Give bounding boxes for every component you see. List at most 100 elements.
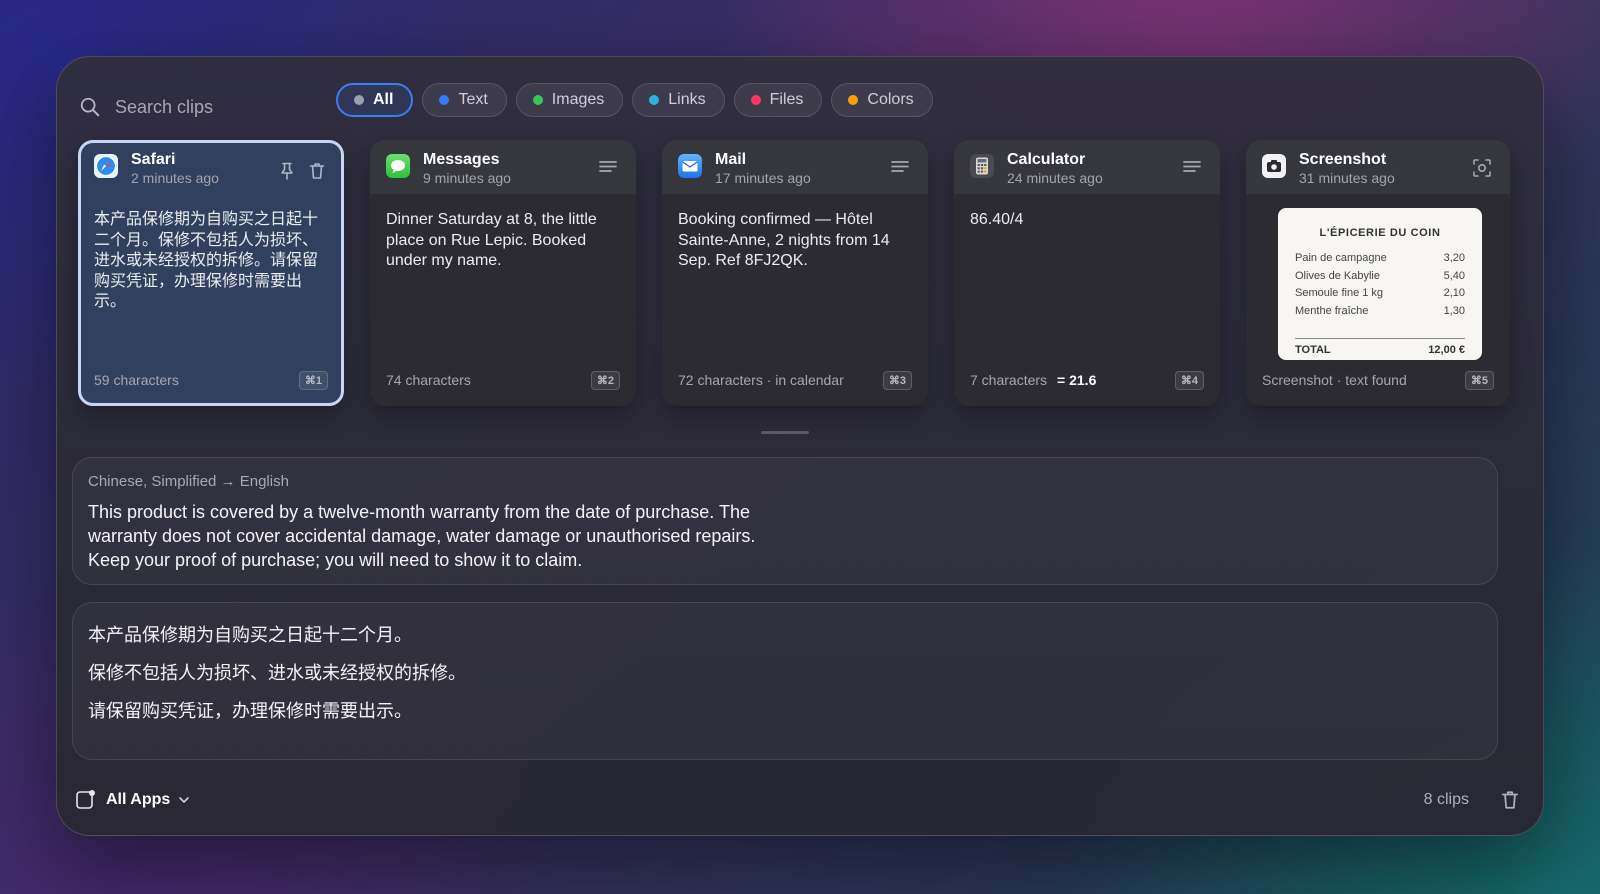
clip-count: 8 clips [1423, 791, 1469, 808]
calculator-icon [970, 154, 994, 178]
search-bar [79, 87, 319, 127]
calculation-result: = 21.6 [1057, 372, 1097, 388]
app-name: Messages [423, 151, 500, 168]
filter-chip-colors[interactable]: Colors [831, 83, 933, 117]
clip-time: 24 minutes ago [1007, 170, 1103, 186]
filter-chip-label: Colors [867, 91, 914, 108]
screenshot-icon [1262, 154, 1286, 178]
clip-meta: Screenshot · text found [1262, 372, 1407, 388]
mail-icon [678, 154, 702, 178]
translation-panel: Chinese, Simplified → English This produ… [72, 457, 1498, 585]
shortcut-badge: ⌘4 [1174, 370, 1204, 390]
card-footer: 7 characters = 21.6 ⌘4 [970, 370, 1204, 390]
app-name: Screenshot [1299, 151, 1387, 168]
app-name: Calculator [1007, 151, 1086, 168]
item-price: 2,10 [1443, 287, 1465, 299]
filter-chip-text[interactable]: Text [422, 83, 507, 117]
trash-icon[interactable] [1499, 789, 1521, 811]
receipt-total: TOTAL 12,00 € [1295, 338, 1465, 356]
text-lines-icon[interactable] [598, 158, 618, 178]
filter-chip-links[interactable]: Links [632, 83, 725, 117]
clip-content: 86.40/4 [970, 211, 1024, 228]
item-price: 5,40 [1443, 269, 1465, 282]
clip-card-screenshot[interactable]: Screenshot 31 minutes ago L'ÉPICERIE DU … [1246, 140, 1510, 406]
total-label: TOTAL [1295, 344, 1331, 356]
app-name: Safari [131, 151, 176, 168]
clip-time: 2 minutes ago [131, 170, 219, 186]
item-price: 3,20 [1443, 252, 1465, 264]
receipt-title: L'ÉPICERIE DU COIN [1319, 227, 1441, 239]
filter-chip-label: Text [458, 91, 488, 108]
item-price: 1,30 [1443, 304, 1465, 317]
source-line: 本产品保修期为自购买之日起十二个月。 [88, 625, 412, 645]
receipt-thumbnail: L'ÉPICERIE DU COIN Pain de campagne 3,20… [1278, 208, 1482, 360]
receipt-row: Semoule fine 1 kg 2,10 [1295, 287, 1465, 305]
clip-content: 本产品保修期为自购买之日起十二个月。保修不包括人为损坏、进水或未经授权的拆修。请… [94, 211, 319, 310]
shortcut-badge: ⌘1 [298, 370, 328, 390]
filter-chip-label: Files [769, 91, 804, 108]
receipt-items: Pain de campagne 3,20 Olives de Kabylie … [1295, 252, 1465, 322]
card-footer: 72 characters · in calendar ⌘3 [678, 370, 912, 390]
card-header: Mail 17 minutes ago [662, 140, 928, 194]
links-dot-icon [649, 95, 660, 105]
chevron-down-icon [179, 797, 190, 803]
card-footer: 59 characters ⌘1 [94, 370, 328, 390]
footer-bar: All Apps 8 clips [75, 785, 1521, 815]
text-dot-icon [439, 95, 450, 105]
safari-icon [94, 154, 118, 178]
total-value: 12,00 € [1428, 344, 1465, 356]
clipboard-panel: All Text Images Links Files Colors [56, 56, 1544, 836]
filter-chip-label: Images [551, 91, 605, 108]
card-header: Calculator 24 minutes ago [954, 140, 1220, 194]
text-lines-icon[interactable] [1182, 158, 1202, 178]
text-recognition-icon[interactable] [1472, 158, 1492, 178]
app-window-icon [76, 790, 95, 809]
card-footer: 74 characters ⌘2 [386, 370, 620, 390]
clip-card-mail[interactable]: Mail 17 minutes ago Booking confirmed — … [662, 140, 928, 406]
trash-icon[interactable] [307, 161, 327, 181]
clip-meta: 59 characters [94, 372, 179, 388]
clip-time: 9 minutes ago [423, 170, 511, 186]
clip-card-safari[interactable]: Safari 2 minutes ago 本产品保修期为自购买之日起十二个月。保… [78, 140, 344, 406]
card-header: Safari 2 minutes ago [81, 143, 341, 197]
filter-chip-label: Links [668, 91, 706, 108]
receipt-row: Pain de campagne 3,20 [1295, 252, 1465, 270]
card-header: Messages 9 minutes ago [370, 140, 636, 194]
item-name: Olives de Kabylie [1295, 269, 1380, 282]
clip-content: Booking confirmed — Hôtel Sainte-Anne, 2… [678, 211, 890, 269]
translated-text: This product is covered by a twelve-mont… [88, 502, 756, 570]
clip-card-calculator[interactable]: Calculator 24 minutes ago 86.40/4 7 char… [954, 140, 1220, 406]
text-lines-icon[interactable] [890, 158, 910, 178]
card-header: Screenshot 31 minutes ago [1246, 140, 1510, 194]
filter-chip-all[interactable]: All [336, 83, 414, 117]
filter-chips: All Text Images Links Files Colors [336, 83, 933, 117]
search-icon [80, 97, 100, 117]
app-name: Mail [715, 151, 747, 168]
clip-meta: 72 characters · in calendar [678, 372, 844, 388]
item-name: Semoule fine 1 kg [1295, 287, 1384, 299]
clip-meta: 7 characters [970, 372, 1048, 388]
clip-content: Dinner Saturday at 8, the little place o… [386, 211, 597, 269]
all-apps-dropdown[interactable]: All Apps [75, 785, 191, 815]
receipt-row: Olives de Kabylie 5,40 [1295, 270, 1465, 288]
shortcut-badge: ⌘2 [590, 370, 620, 390]
all-dot-icon [354, 95, 364, 105]
filter-chip-images[interactable]: Images [515, 83, 624, 117]
all-apps-label: All Apps [106, 791, 171, 808]
resize-handle[interactable] [761, 431, 809, 434]
pin-icon[interactable] [277, 161, 297, 181]
clip-meta: 74 characters [386, 372, 471, 388]
item-name: Menthe fraîche [1295, 304, 1369, 317]
item-name: Pain de campagne [1295, 252, 1387, 264]
filter-chip-label: All [373, 91, 394, 108]
clip-card-messages[interactable]: Messages 9 minutes ago Dinner Saturday a… [370, 140, 636, 406]
shortcut-badge: ⌘3 [882, 370, 912, 390]
images-dot-icon [532, 95, 543, 105]
clip-time: 17 minutes ago [715, 170, 811, 186]
source-line: 请保留购买凭证，办理保修时需要出示。 [88, 701, 412, 721]
filter-chip-files[interactable]: Files [733, 83, 823, 117]
search-input[interactable] [113, 95, 307, 119]
files-dot-icon [750, 95, 761, 105]
messages-icon [386, 154, 410, 178]
source-line: 保修不包括人为损坏、进水或未经授权的拆修。 [88, 663, 466, 683]
